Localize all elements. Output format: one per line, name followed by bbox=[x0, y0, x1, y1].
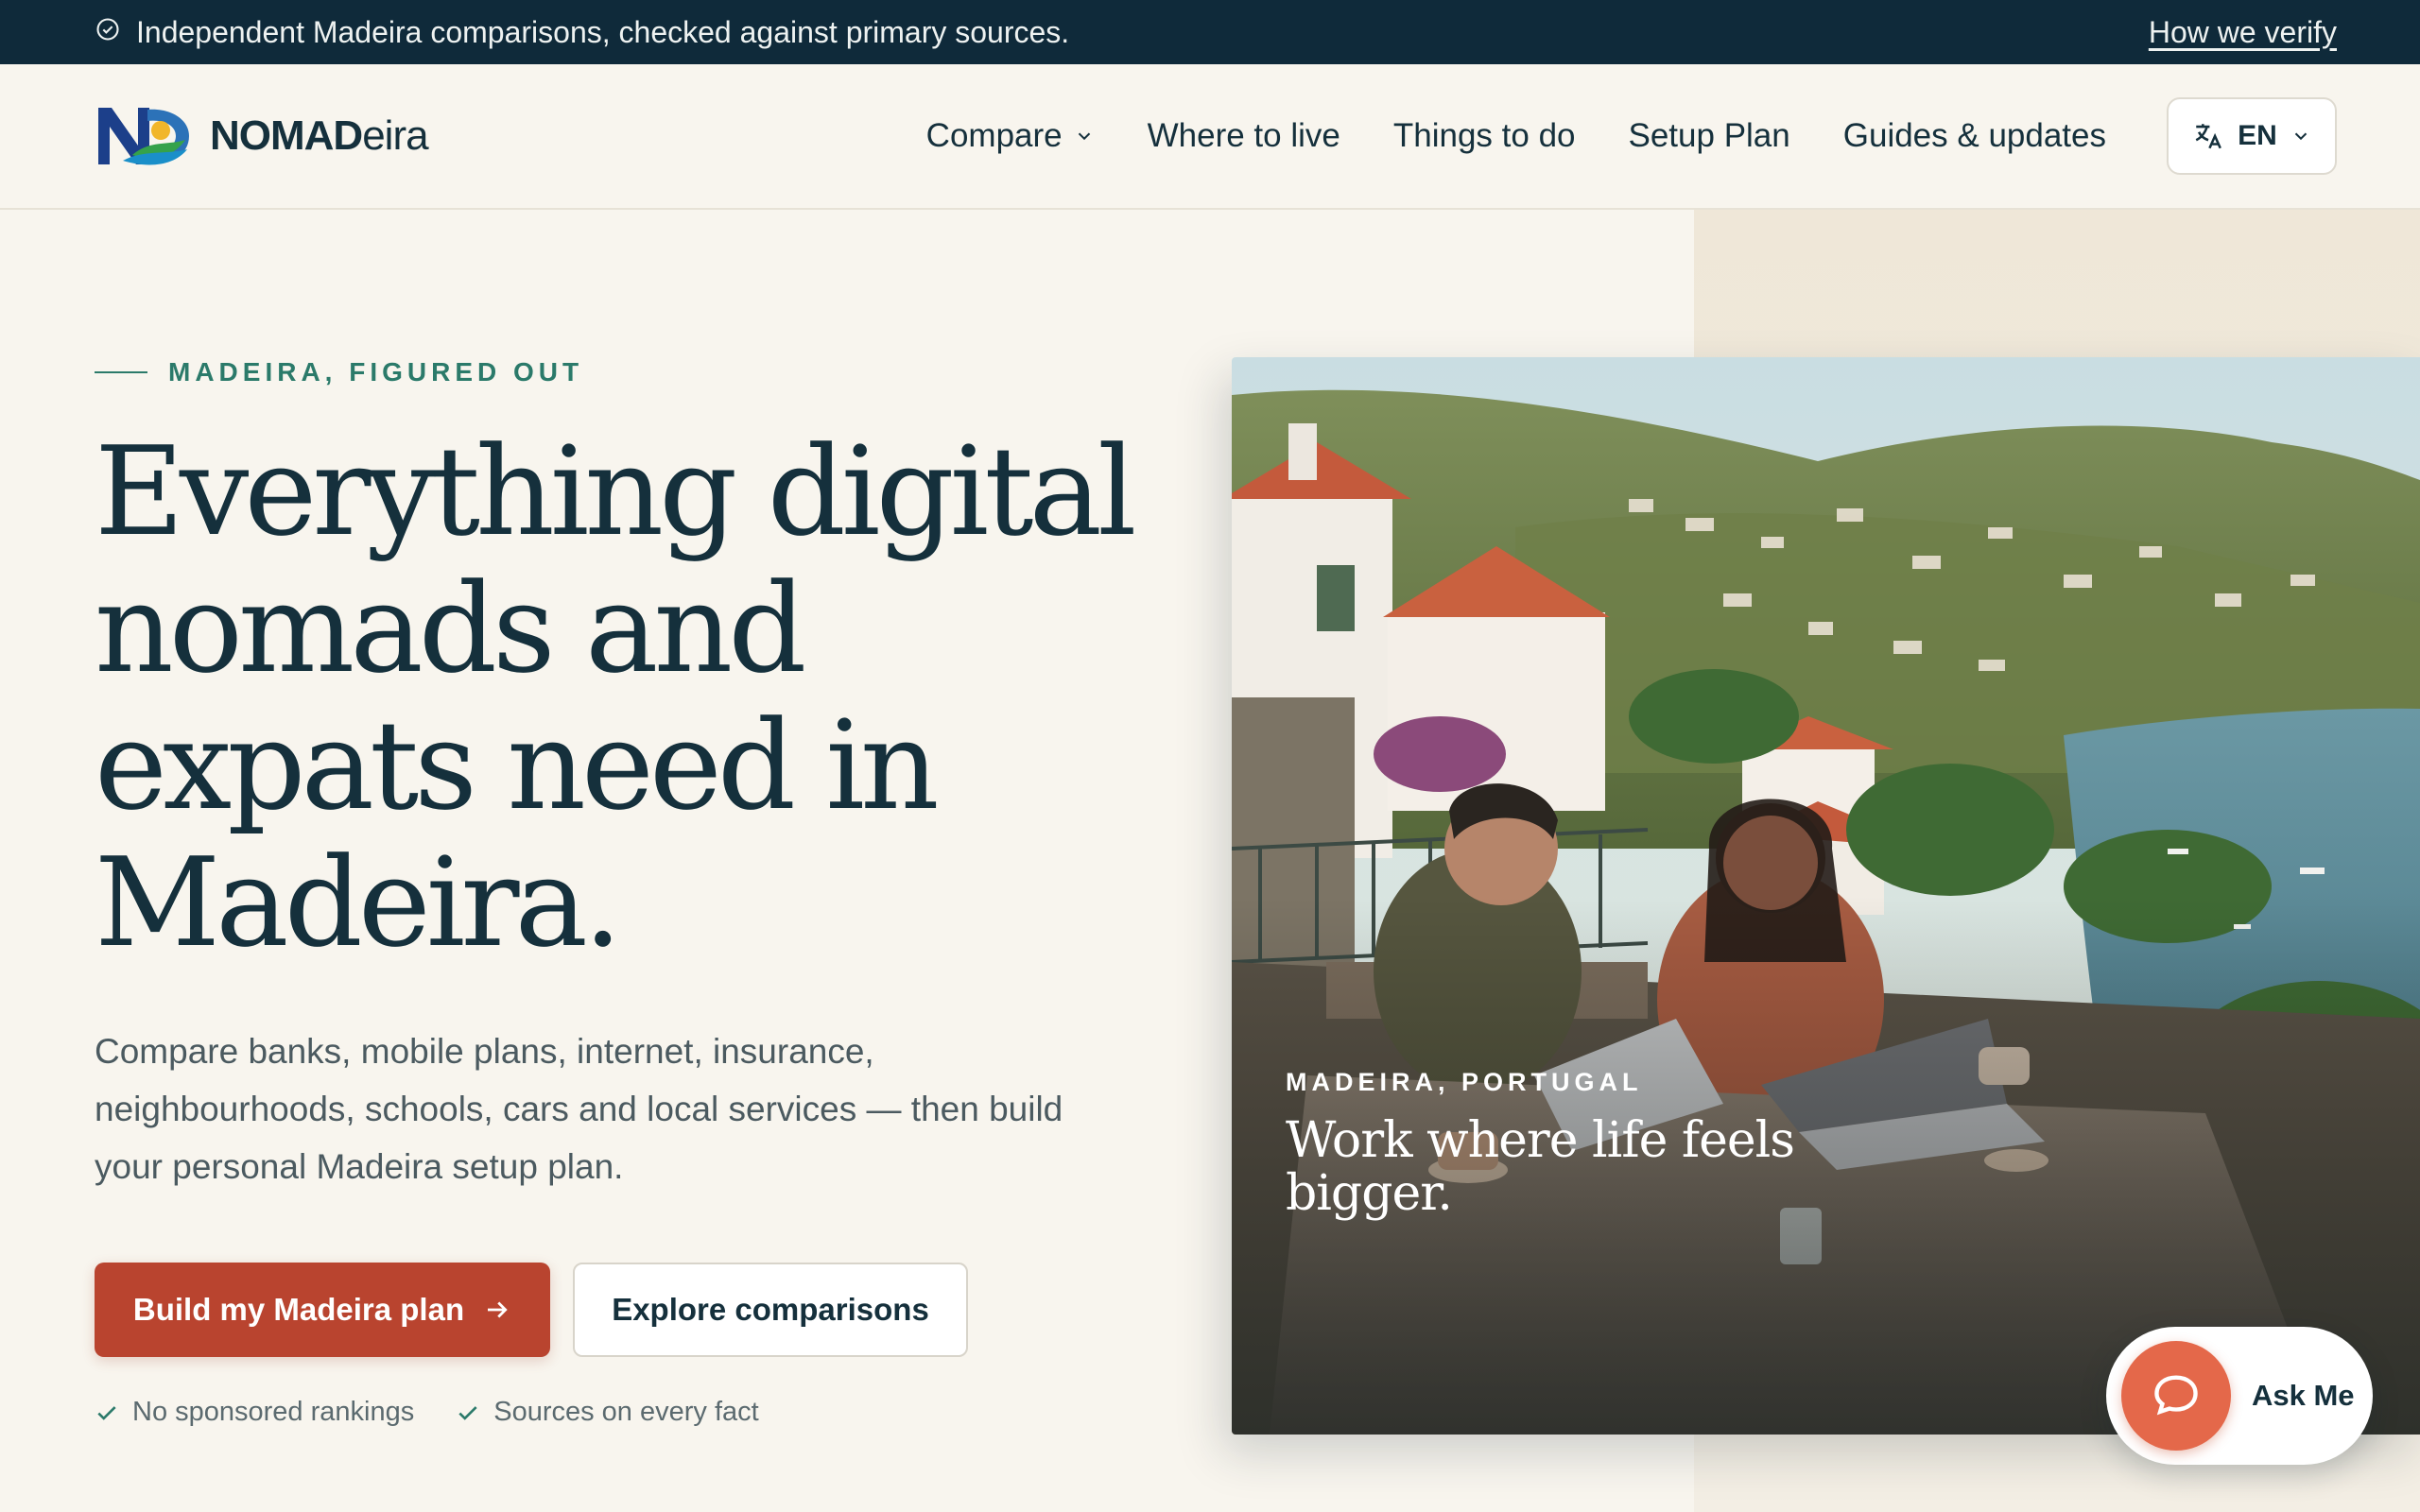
hero-description: Compare banks, mobile plans, internet, i… bbox=[95, 1032, 1063, 1186]
hero-photo-caption: MADEIRA, PORTUGAL Work where life feels … bbox=[1286, 1068, 1815, 1220]
arrow-right-icon bbox=[488, 1301, 508, 1318]
hero-headline: Everything digital nomads and expats nee… bbox=[95, 420, 1137, 974]
hero-eyebrow-text: MADEIRA, FIGURED OUT bbox=[168, 357, 584, 387]
logo-wordmark: NOMADeira bbox=[210, 112, 429, 159]
trust-point: No sponsored rankings bbox=[95, 1397, 414, 1428]
nav-where-to-live[interactable]: Where to live bbox=[1148, 117, 1340, 155]
build-plan-label: Build my Madeira plan bbox=[132, 1292, 465, 1327]
logo-mark-icon bbox=[98, 108, 189, 165]
build-plan-button[interactable]: Build my Madeira plan bbox=[95, 1263, 550, 1357]
chat-bubble-icon bbox=[2154, 1375, 2198, 1416]
nav-things-to-do[interactable]: Things to do bbox=[1393, 117, 1576, 155]
hero-photo bbox=[1232, 357, 2420, 1435]
trust-point-text: No sponsored rankings bbox=[132, 1397, 415, 1427]
hero-eyebrow: MADEIRA, FIGURED OUT bbox=[95, 357, 583, 387]
language-code: EN bbox=[2238, 120, 2277, 151]
ask-me-label: Ask Me bbox=[2252, 1379, 2355, 1412]
check-icon bbox=[97, 1405, 116, 1420]
photo-location: MADEIRA, PORTUGAL bbox=[1286, 1068, 1643, 1096]
translate-icon bbox=[2195, 124, 2222, 149]
trust-points: No sponsored rankings Sources on every f… bbox=[95, 1397, 759, 1428]
explore-comparisons-button[interactable]: Explore comparisons bbox=[573, 1263, 968, 1357]
how-we-verify-link[interactable]: How we verify bbox=[2149, 15, 2337, 50]
nav-guides-updates[interactable]: Guides & updates bbox=[1843, 117, 2106, 155]
announcement-message: Independent Madeira comparisons, checked… bbox=[95, 15, 1069, 50]
site-header: NOMADeira Compare Where to live Things t… bbox=[0, 64, 2420, 210]
check-icon bbox=[458, 1405, 477, 1420]
language-selector[interactable]: EN bbox=[2167, 97, 2337, 175]
trust-point-text: Sources on every fact bbox=[493, 1397, 759, 1427]
site-logo[interactable]: NOMADeira bbox=[95, 102, 429, 170]
chevron-down-icon bbox=[1078, 132, 1090, 141]
trust-point: Sources on every fact bbox=[456, 1397, 759, 1428]
chevron-down-icon bbox=[2294, 132, 2308, 141]
eyebrow-rule bbox=[95, 371, 147, 373]
nav-setup-plan[interactable]: Setup Plan bbox=[1629, 117, 1790, 155]
announcement-bar: Independent Madeira comparisons, checked… bbox=[0, 0, 2420, 64]
nav-compare-label: Compare bbox=[925, 117, 1063, 154]
verified-badge-icon bbox=[95, 15, 121, 50]
nav-compare[interactable]: Compare bbox=[926, 117, 1095, 155]
main-nav: Compare Where to live Things to do Setup… bbox=[926, 117, 2106, 155]
chat-bubble[interactable] bbox=[2121, 1341, 2231, 1451]
photo-tagline: Work where life feels bigger. bbox=[1286, 1112, 1795, 1222]
announcement-text: Independent Madeira comparisons, checked… bbox=[136, 14, 1070, 49]
ask-me-chat-widget[interactable]: Ask Me bbox=[2106, 1327, 2373, 1465]
